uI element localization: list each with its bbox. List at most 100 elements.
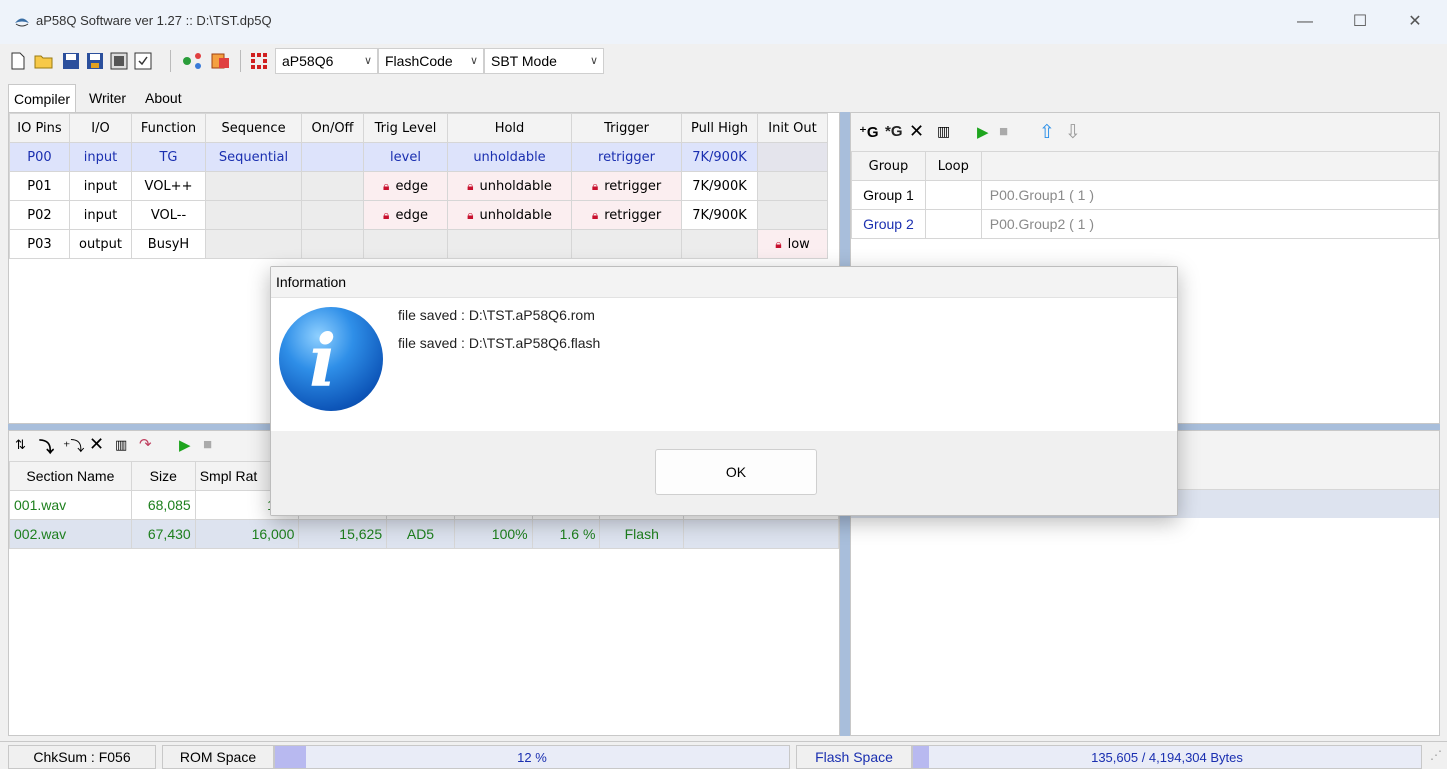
table-cell[interactable]: P01 xyxy=(9,171,70,201)
trash-icon[interactable]: ▥ xyxy=(937,123,950,140)
table-cell[interactable] xyxy=(301,142,364,172)
resize-grip-icon[interactable]: ⋰ xyxy=(1430,748,1442,762)
stop-icon[interactable]: ■ xyxy=(999,123,1008,140)
table-cell[interactable]: 7K/900K xyxy=(681,200,758,230)
table-cell[interactable]: VOL++ xyxy=(131,171,206,201)
table-cell[interactable]: 67,430 xyxy=(130,519,196,549)
compile-icon[interactable] xyxy=(134,52,152,70)
table-cell[interactable] xyxy=(301,229,364,259)
column-header[interactable]: Sequence xyxy=(205,113,302,143)
table-cell[interactable]: input xyxy=(69,142,132,172)
table-cell[interactable]: 7K/900K xyxy=(681,171,758,201)
table-cell[interactable]: 002.wav xyxy=(9,519,132,549)
table-cell[interactable]: TG xyxy=(131,142,206,172)
table-cell[interactable]: level xyxy=(363,142,448,172)
table-cell[interactable]: 🔒︎ retrigger xyxy=(571,200,682,230)
tab-writer[interactable]: Writer xyxy=(84,84,131,112)
close-button[interactable]: ✕ xyxy=(1400,10,1430,34)
table-cell[interactable]: VOL-- xyxy=(131,200,206,230)
column-header[interactable]: Trig Level xyxy=(363,113,448,143)
delete-icon[interactable]: ✕ xyxy=(909,121,924,142)
new-file-icon[interactable] xyxy=(10,52,26,70)
insert-icon[interactable]: ⤵ xyxy=(39,436,54,457)
table-cell[interactable] xyxy=(757,171,828,201)
table-cell[interactable]: 15,625 xyxy=(298,519,388,549)
table-row[interactable]: P02 input VOL-- 🔒︎ edge 🔒︎ unholdable 🔒︎ re… xyxy=(9,200,828,230)
table-row[interactable]: P03 output BusyH 🔒︎ low xyxy=(9,229,828,259)
add-group-icon[interactable]: ⁺G xyxy=(859,123,879,141)
play-icon[interactable]: ▶ xyxy=(977,123,989,141)
column-header[interactable]: Group xyxy=(851,151,926,181)
open-folder-icon[interactable] xyxy=(34,52,54,70)
sort-icon[interactable]: ⇅ xyxy=(15,437,26,453)
move-up-icon[interactable]: ⇧ xyxy=(1039,121,1055,144)
table-row[interactable]: Group 2 P00.Group2 ( 1 ) xyxy=(851,209,1439,239)
chip-grid-icon[interactable] xyxy=(250,52,268,70)
table-cell[interactable]: BusyH xyxy=(131,229,206,259)
table-cell[interactable] xyxy=(924,209,982,239)
table-cell[interactable] xyxy=(205,171,302,201)
column-header[interactable]: On/Off xyxy=(301,113,364,143)
table-cell[interactable]: 🔒︎ low xyxy=(757,229,828,259)
table-cell[interactable]: input xyxy=(69,200,132,230)
table-cell[interactable]: Group 1 xyxy=(851,180,926,210)
table-cell[interactable]: 1.6 % xyxy=(531,519,601,549)
chip-select[interactable]: aP58Q6 ∨ xyxy=(275,48,378,74)
column-header[interactable]: Function xyxy=(131,113,206,143)
delete-icon[interactable]: ✕ xyxy=(89,434,104,455)
table-cell[interactable] xyxy=(757,200,828,230)
add-subgroup-icon[interactable]: *G xyxy=(885,123,903,140)
column-header[interactable]: Size xyxy=(130,461,196,491)
table-cell[interactable]: Sequential xyxy=(205,142,302,172)
column-header[interactable]: I/O xyxy=(69,113,132,143)
column-header[interactable]: Section Name xyxy=(9,461,132,491)
table-cell[interactable]: P00.Group2 ( 1 ) xyxy=(980,209,1439,239)
column-header[interactable]: IO Pins xyxy=(9,113,70,143)
table-row[interactable]: 002.wav 67,430 16,000 15,625 AD5 100% 1.… xyxy=(9,519,839,549)
column-header[interactable]: Trigger xyxy=(571,113,682,143)
table-cell[interactable]: P00 xyxy=(9,142,70,172)
table-row[interactable]: P00 input TG Sequential level unholdable… xyxy=(9,142,828,172)
add-section-icon[interactable]: ⁺⤵ xyxy=(63,436,84,456)
mode-select[interactable]: SBT Mode ∨ xyxy=(484,48,604,74)
table-cell[interactable]: 100% xyxy=(453,519,533,549)
table-cell[interactable] xyxy=(571,229,682,259)
play-icon[interactable]: ▶ xyxy=(179,436,191,454)
settings-icon[interactable] xyxy=(110,52,128,70)
loop-icon[interactable]: ↷ xyxy=(139,435,152,453)
column-header[interactable]: Loop xyxy=(924,151,982,181)
trash-icon[interactable]: ▥ xyxy=(115,437,127,453)
table-cell[interactable] xyxy=(683,519,839,549)
move-down-icon[interactable]: ⇩ xyxy=(1065,121,1081,144)
code-mode-select[interactable]: FlashCode ∨ xyxy=(378,48,484,74)
save-as-icon[interactable] xyxy=(86,52,104,70)
column-header[interactable]: Init Out xyxy=(757,113,828,143)
column-header[interactable] xyxy=(980,151,1439,181)
column-header[interactable]: Pull High xyxy=(681,113,758,143)
save-icon[interactable] xyxy=(62,52,80,70)
table-cell[interactable]: 🔒︎ edge xyxy=(363,171,448,201)
table-cell[interactable]: 68,085 xyxy=(130,490,196,520)
table-cell[interactable]: 001.wav xyxy=(9,490,132,520)
table-cell[interactable]: 🔒︎ unholdable xyxy=(447,171,572,201)
table-cell[interactable] xyxy=(757,142,828,172)
table-cell[interactable]: unholdable xyxy=(447,142,572,172)
table-cell[interactable] xyxy=(205,200,302,230)
tab-compiler[interactable]: Compiler xyxy=(8,84,77,112)
table-cell[interactable]: input xyxy=(69,171,132,201)
table-cell[interactable]: retrigger xyxy=(571,142,682,172)
table-cell[interactable]: 16,000 xyxy=(194,519,300,549)
table-cell[interactable]: 7K/900K xyxy=(681,142,758,172)
table-cell[interactable]: 🔒︎ retrigger xyxy=(571,171,682,201)
table-cell[interactable] xyxy=(447,229,572,259)
table-cell[interactable]: 🔒︎ unholdable xyxy=(447,200,572,230)
export-icon[interactable] xyxy=(210,52,232,70)
table-cell[interactable] xyxy=(301,171,364,201)
tab-about[interactable]: About xyxy=(140,84,187,112)
table-cell[interactable]: AD5 xyxy=(386,519,455,549)
stop-icon[interactable]: ■ xyxy=(203,436,212,453)
table-cell[interactable] xyxy=(301,200,364,230)
minimize-button[interactable]: — xyxy=(1290,10,1320,34)
table-cell[interactable]: P02 xyxy=(9,200,70,230)
table-cell[interactable]: output xyxy=(69,229,132,259)
